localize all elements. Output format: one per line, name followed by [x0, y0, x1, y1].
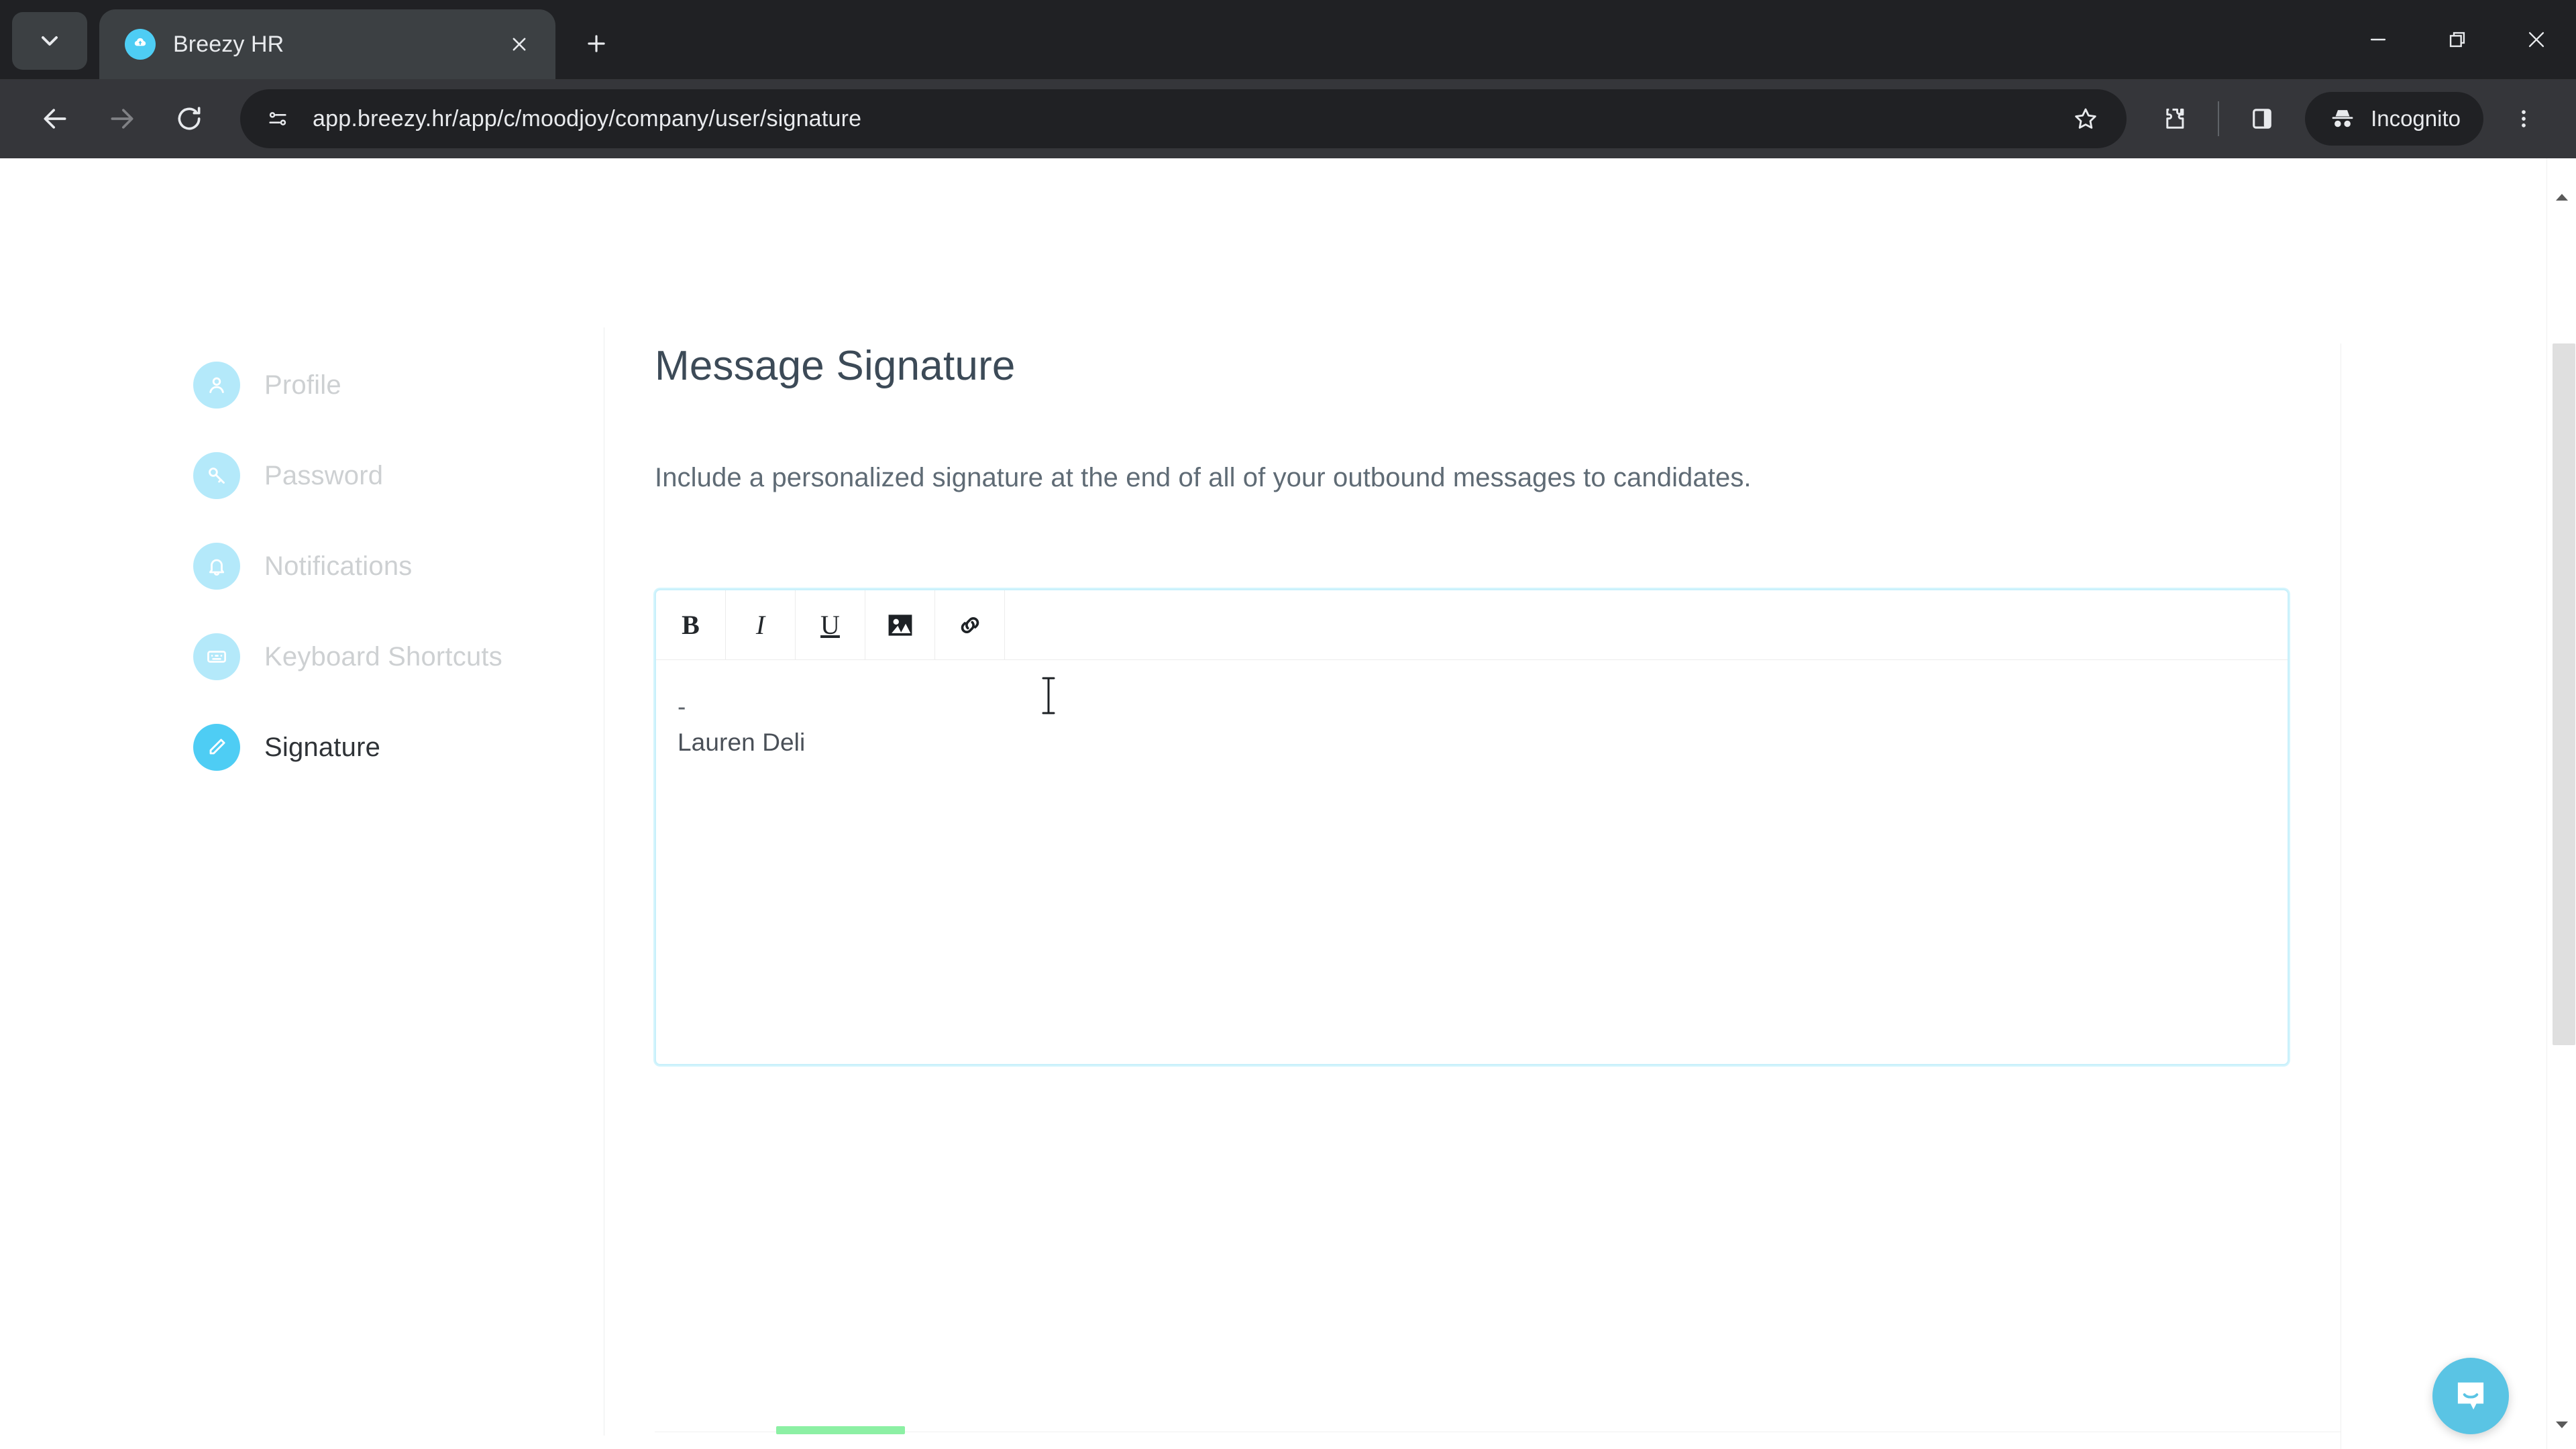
chat-bubble-icon [2457, 1382, 2484, 1410]
star-icon [2075, 108, 2096, 129]
settings-content: Message Signature Include a personalized… [655, 343, 2292, 1066]
site-settings-button[interactable] [260, 101, 295, 136]
bell-icon [193, 543, 240, 590]
signature-editor[interactable]: B I U - Lauren Deli [655, 589, 2289, 1066]
tab-close-button[interactable] [500, 25, 538, 63]
forward-button[interactable] [91, 88, 153, 150]
link-icon [961, 616, 979, 633]
forward-arrow-icon [111, 109, 133, 129]
browser-window: Breezy HR app.breezy.hr/app/c/moodjoy/co… [0, 0, 2576, 1449]
close-icon [2528, 32, 2544, 48]
chrome-menu-button[interactable] [2496, 91, 2552, 147]
italic-button[interactable]: I [726, 590, 796, 660]
editor-toolbar-spacer [1005, 590, 2288, 659]
sidebar-item-profile[interactable]: Profile [193, 354, 596, 416]
intercom-launcher-button[interactable] [2432, 1358, 2509, 1434]
tab-strip: Breezy HR [0, 0, 2576, 79]
sidebar-label: Keyboard Shortcuts [264, 641, 502, 672]
underline-button[interactable]: U [796, 590, 865, 660]
back-arrow-icon [44, 109, 66, 129]
sidebar-item-notifications[interactable]: Notifications [193, 535, 596, 597]
side-panel-button[interactable] [2234, 91, 2290, 147]
incognito-label: Incognito [2371, 106, 2461, 131]
signature-line: - [678, 693, 686, 721]
page-viewport: Profile Password Notifications Keyboard … [0, 158, 2576, 1449]
chevron-up-icon [2556, 194, 2568, 201]
sidebar-label: Profile [264, 370, 341, 400]
sidebar-label: Notifications [264, 551, 413, 581]
signature-text-area[interactable]: - Lauren Deli [656, 660, 2288, 1065]
incognito-indicator[interactable]: Incognito [2305, 92, 2483, 146]
puzzle-piece-icon [2166, 108, 2184, 129]
insert-link-button[interactable] [935, 590, 1005, 660]
extensions-button[interactable] [2147, 91, 2203, 147]
sidebar-label: Signature [264, 732, 381, 762]
address-bar[interactable]: app.breezy.hr/app/c/moodjoy/company/user… [240, 89, 2127, 148]
maximize-button[interactable] [2418, 0, 2497, 79]
window-controls [2339, 0, 2576, 79]
tab-title: Breezy HR [173, 31, 284, 57]
incognito-icon [2332, 110, 2353, 127]
reload-button[interactable] [158, 88, 220, 150]
sidebar-item-signature[interactable]: Signature [193, 716, 596, 778]
reload-icon [178, 107, 201, 130]
breezy-settings-page: Profile Password Notifications Keyboard … [0, 158, 2546, 1449]
more-vertical-icon [2522, 110, 2526, 127]
scroll-down-button[interactable] [2547, 1410, 2576, 1440]
side-panel-icon [2253, 109, 2271, 129]
bookmark-button[interactable] [2063, 97, 2108, 141]
minimize-icon [2370, 38, 2386, 41]
plus-icon [588, 35, 605, 52]
sidebar-item-password[interactable]: Password [193, 445, 596, 506]
chevron-down-icon [42, 36, 58, 46]
settings-sidebar: Profile Password Notifications Keyboard … [193, 354, 596, 807]
scrollbar-thumb[interactable] [2553, 343, 2575, 1045]
signature-line: Lauren Deli [678, 728, 806, 756]
keyboard-icon [193, 633, 240, 680]
breezy-favicon-icon [125, 29, 156, 60]
user-icon [193, 362, 240, 409]
insert-image-button[interactable] [865, 590, 935, 660]
back-button[interactable] [24, 88, 86, 150]
text-cursor [1040, 675, 1057, 716]
close-icon [513, 38, 526, 51]
save-progress-bar [776, 1426, 905, 1434]
page-description: Include a personalized signature at the … [655, 463, 1752, 493]
close-window-button[interactable] [2497, 0, 2576, 79]
minimize-button[interactable] [2339, 0, 2418, 79]
pencil-icon [193, 724, 240, 771]
cloud-icon [134, 38, 146, 46]
tab-search-button[interactable] [12, 12, 87, 70]
scroll-up-button[interactable] [2547, 182, 2576, 212]
page-scrollbar[interactable] [2546, 158, 2576, 1449]
bold-button[interactable]: B [656, 590, 726, 660]
page-title: Message Signature [655, 343, 1016, 389]
chevron-down-icon [2556, 1421, 2568, 1428]
new-tab-button[interactable] [572, 19, 621, 68]
editor-toolbar: B I U [656, 590, 2288, 661]
browser-toolbar: app.breezy.hr/app/c/moodjoy/company/user… [0, 79, 2576, 158]
toolbar-separator [2218, 101, 2220, 136]
url-text: app.breezy.hr/app/c/moodjoy/company/user… [313, 105, 862, 131]
image-icon [888, 614, 912, 636]
tune-icon [269, 112, 286, 125]
sidebar-label: Password [264, 460, 384, 490]
browser-tab[interactable]: Breezy HR [99, 9, 555, 79]
restore-icon [2449, 32, 2465, 48]
sidebar-item-keyboard-shortcuts[interactable]: Keyboard Shortcuts [193, 626, 596, 688]
key-icon [193, 452, 240, 499]
